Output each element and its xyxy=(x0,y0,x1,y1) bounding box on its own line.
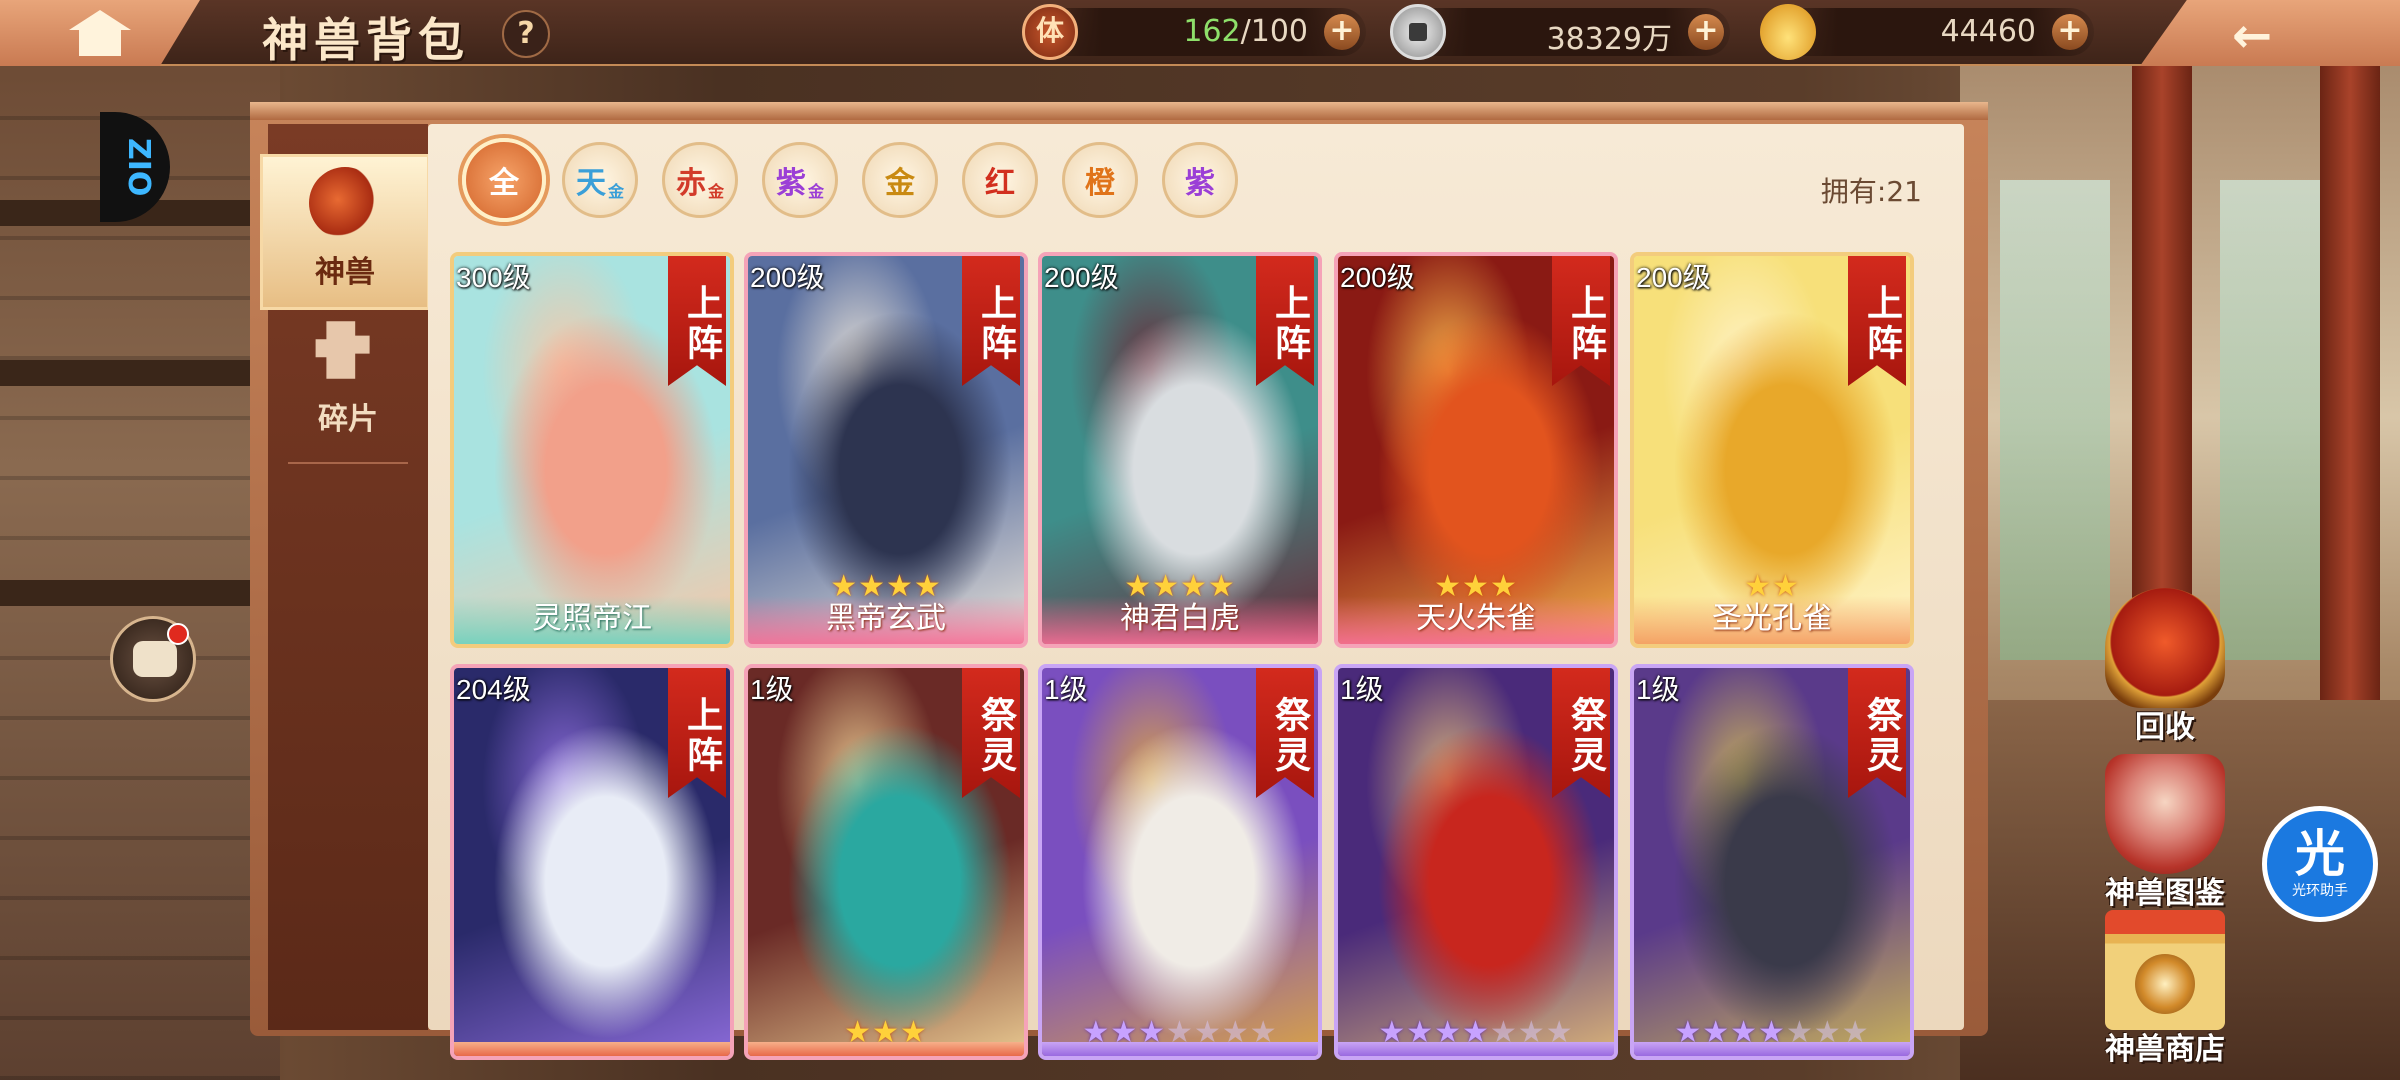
tab-beasts[interactable]: 神兽 xyxy=(260,154,430,310)
beast-card[interactable]: 1级 祭灵 ★★★★★★★ xyxy=(1334,664,1618,1060)
beast-level: 200级 xyxy=(1044,262,1119,293)
action-label: 神兽图鉴 xyxy=(2105,876,2225,911)
beast-name: 黑帝玄武 xyxy=(748,596,1024,644)
beast-level: 300级 xyxy=(456,262,531,293)
shop-emblem-icon xyxy=(2105,910,2225,1030)
home-icon xyxy=(69,10,131,56)
home-button[interactable] xyxy=(0,0,200,66)
beast-name: 神君白虎 xyxy=(1042,596,1318,644)
beast-card[interactable]: 1级 祭灵 ★★★ xyxy=(744,664,1028,1060)
filter-label: 红 xyxy=(985,166,1015,201)
helper-logo-icon: 光 xyxy=(2295,824,2345,883)
chat-button[interactable] xyxy=(110,616,196,702)
beast-name: 天火朱雀 xyxy=(1338,596,1614,644)
filter-2[interactable]: 赤金 xyxy=(662,142,738,218)
beast-level: 1级 xyxy=(1636,674,1680,705)
filter-label: 全 xyxy=(489,166,519,201)
puzzle-piece-icon xyxy=(315,321,370,379)
beast-card[interactable]: 1级 祭灵 ★★★★★★★ xyxy=(1038,664,1322,1060)
beast-card[interactable]: 1级 祭灵 ★★★★★★★ xyxy=(1630,664,1914,1060)
filter-1[interactable]: 天金 xyxy=(562,142,638,218)
filter-label: 天 xyxy=(575,166,606,201)
filter-label: 橙 xyxy=(1085,166,1115,201)
filter-sub-label: 金 xyxy=(607,182,624,201)
beast-list-area: 全天金赤金紫金金红橙紫 拥有:21 300级 上阵 灵照帝江 200级 上阵 ★★★★ 黑帝… xyxy=(428,124,1964,1060)
action-label: 回收 xyxy=(2135,710,2195,745)
filter-7[interactable]: 紫 xyxy=(1162,142,1238,218)
codex-button[interactable]: 神兽图鉴 xyxy=(2090,754,2240,912)
beast-level: 200级 xyxy=(1636,262,1711,293)
gold-value: 44460 xyxy=(1940,14,2036,49)
card-bottom-rim xyxy=(454,1042,730,1056)
tab-divider xyxy=(288,462,408,464)
gold-resource: 44460 + xyxy=(1760,4,2094,60)
beast-level: 1级 xyxy=(1340,674,1384,705)
stamina-resource: 体 162/100 + xyxy=(1022,4,1366,60)
filter-sub-label: 金 xyxy=(707,182,724,201)
beast-card[interactable]: 200级 上阵 ★★★★ 黑帝玄武 xyxy=(744,252,1028,648)
beast-level: 204级 xyxy=(456,674,531,705)
add-gold-button[interactable]: + xyxy=(2052,14,2088,50)
top-bar: 神兽背包 ? 体 162/100 + 38329万 + 44460 + ← xyxy=(0,0,2400,67)
tab-label: 碎片 xyxy=(318,402,378,437)
panel-top-cap xyxy=(250,102,1988,120)
beast-card[interactable]: 200级 上阵 ★★★★ 神君白虎 xyxy=(1038,252,1322,648)
gold-ingot-icon xyxy=(1760,4,1816,60)
chat-bubble-icon xyxy=(133,641,177,677)
back-arrow-icon: ← xyxy=(2232,8,2273,64)
side-tab-bar: 神兽 碎片 xyxy=(260,124,430,1030)
shelf xyxy=(0,360,280,386)
phoenix-icon xyxy=(309,167,381,239)
card-bottom-rim xyxy=(1338,1042,1614,1056)
silver-coin-icon xyxy=(1390,4,1446,60)
helper-label: 光环助手 xyxy=(2292,883,2348,899)
filter-label: 紫 xyxy=(775,166,806,201)
page-title: 神兽背包 xyxy=(262,13,470,67)
codex-emblem-icon xyxy=(2105,754,2225,874)
notification-dot xyxy=(167,623,189,645)
silver-value: 38329万 xyxy=(1546,22,1672,57)
beast-level: 200级 xyxy=(750,262,825,293)
recycle-emblem-icon xyxy=(2105,588,2225,708)
owned-count: 拥有:21 xyxy=(1820,175,1922,208)
beast-card[interactable]: 204级 上阵 xyxy=(450,664,734,1060)
filter-5[interactable]: 红 xyxy=(962,142,1038,218)
filter-6[interactable]: 橙 xyxy=(1062,142,1138,218)
action-label: 神兽商店 xyxy=(2105,1032,2225,1067)
filter-label: 赤 xyxy=(675,166,706,201)
card-bottom-rim xyxy=(1042,1042,1318,1056)
shelf xyxy=(0,580,280,606)
silver-resource: 38329万 + xyxy=(1390,4,1730,60)
back-button[interactable]: ← xyxy=(2140,0,2400,66)
card-bottom-rim xyxy=(748,1042,1024,1056)
beast-level: 1级 xyxy=(750,674,794,705)
recycle-button[interactable]: 回收 xyxy=(2090,588,2240,746)
beast-card[interactable]: 200级 上阵 ★★★ 天火朱雀 xyxy=(1334,252,1618,648)
beast-level: 200级 xyxy=(1340,262,1415,293)
tab-label: 神兽 xyxy=(315,255,375,290)
card-bottom-rim xyxy=(1634,1042,1910,1056)
beast-card[interactable]: 300级 上阵 灵照帝江 xyxy=(450,252,734,648)
shop-button[interactable]: 神兽商店 xyxy=(2090,910,2240,1068)
add-stamina-button[interactable]: + xyxy=(1324,14,1360,50)
helper-assistant-button[interactable]: 光 光环助手 xyxy=(2262,806,2378,922)
filter-0[interactable]: 全 xyxy=(462,138,546,222)
filter-label: 紫 xyxy=(1185,166,1215,201)
filter-label: 金 xyxy=(885,166,915,201)
beast-name: 灵照帝江 xyxy=(454,596,730,644)
filter-3[interactable]: 紫金 xyxy=(762,142,838,218)
filter-4[interactable]: 金 xyxy=(862,142,938,218)
beast-level: 1级 xyxy=(1044,674,1088,705)
stamina-icon: 体 xyxy=(1022,4,1078,60)
help-button[interactable]: ? xyxy=(502,10,550,58)
beast-card[interactable]: 200级 上阵 ★★ 圣光孔雀 xyxy=(1630,252,1914,648)
add-silver-button[interactable]: + xyxy=(1688,14,1724,50)
stamina-value: 162/100 xyxy=(1183,14,1308,49)
tab-fragments[interactable]: 碎片 xyxy=(268,314,428,454)
beast-name: 圣光孔雀 xyxy=(1634,596,1910,644)
filter-sub-label: 金 xyxy=(807,182,824,201)
